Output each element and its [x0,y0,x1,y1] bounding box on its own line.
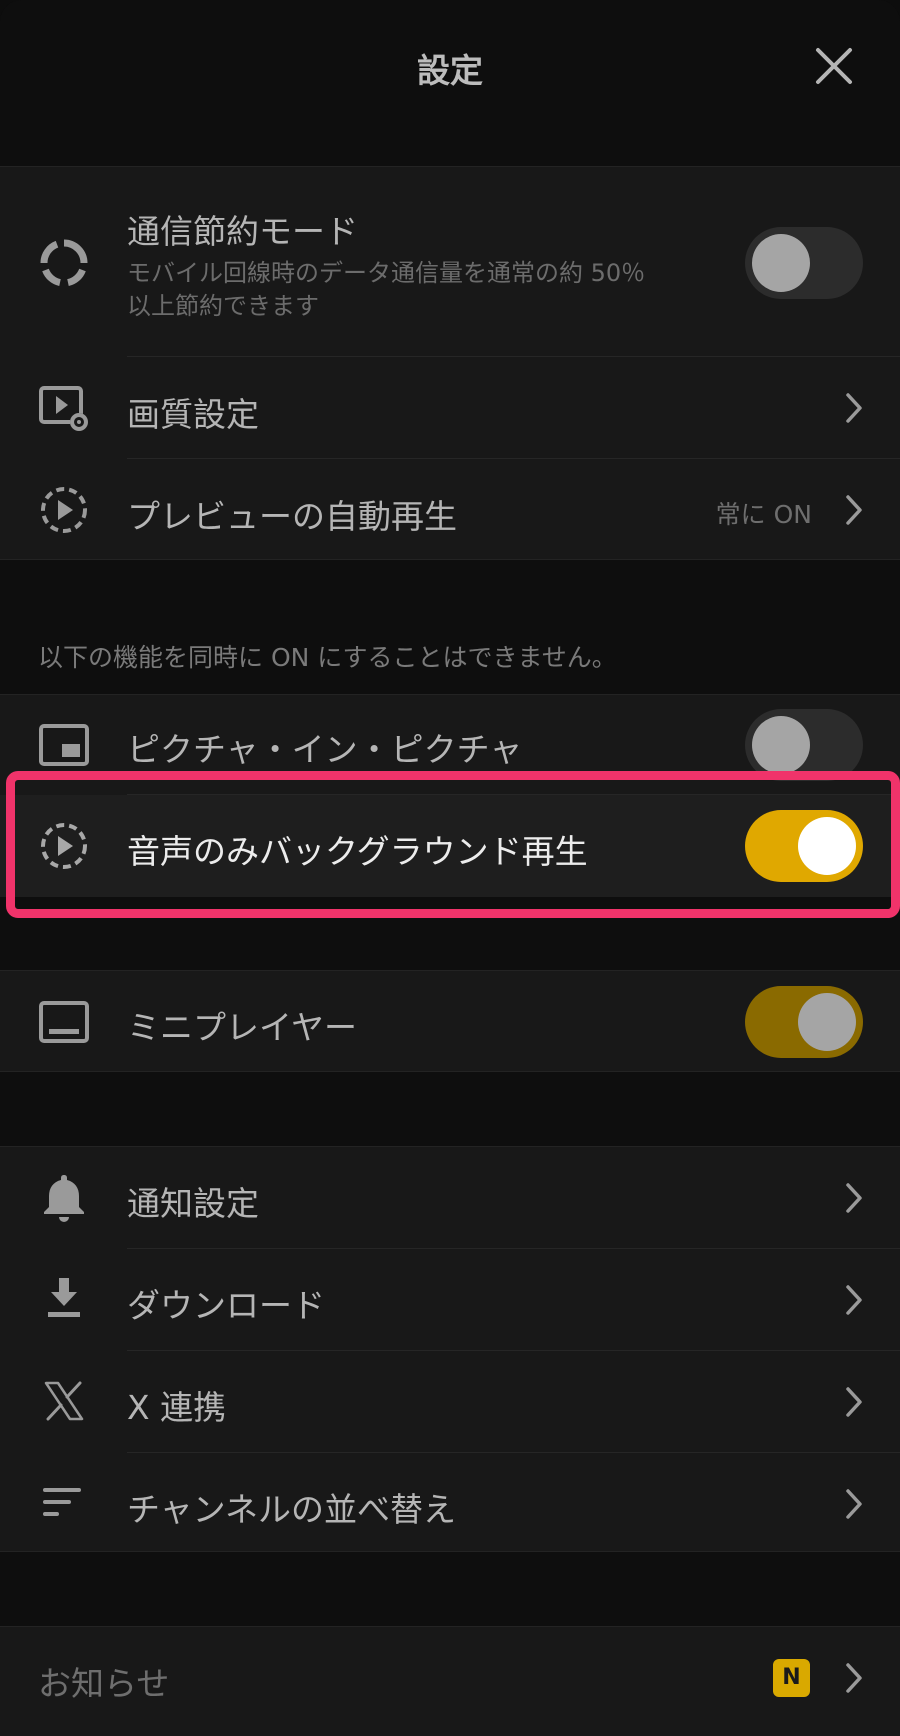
news-row[interactable]: お知らせ N [0,1627,900,1729]
chevron-right-icon [846,393,862,423]
settings-sheet: 設定 通信節約モード モバイル回線時のデータ通信量を通常の約 50％ 以上節約で… [0,0,900,1736]
chevron-right-icon [846,1183,862,1213]
general-settings-group: 通知設定 ダウンロード X 連携 チャンネルの並べ替え [0,1146,900,1552]
audio-background-row[interactable]: 音声のみバックグラウンド再生 [0,795,900,897]
preview-autoplay-value: 常に ON [715,500,812,529]
news-label: お知らせ [38,1664,170,1703]
mini-player-icon [39,1001,89,1043]
downloads-label: ダウンロード [127,1286,325,1325]
video-settings-icon [39,386,88,431]
pip-toggle[interactable] [745,709,863,781]
data-saver-description-line1: モバイル回線時のデータ通信量を通常の約 50％ [127,259,646,287]
exclusive-features-note: 以下の機能を同時に ON にすることはできません。 [38,643,617,672]
mini-player-toggle[interactable] [745,986,863,1058]
downloads-row[interactable]: ダウンロード [0,1249,900,1351]
chevron-right-icon [846,1489,862,1519]
channel-order-row[interactable]: チャンネルの並べ替え [0,1453,900,1553]
pip-row[interactable]: ピクチャ・イン・ピクチャ [0,695,900,795]
download-icon [48,1278,80,1317]
channel-order-label: チャンネルの並べ替え [127,1490,457,1529]
data-saver-description-line2: 以上節約できます [127,292,319,320]
x-link-label: X 連携 [127,1388,227,1427]
close-icon[interactable] [812,44,856,88]
data-saver-label: 通信節約モード [127,212,358,251]
news-group: お知らせ N [0,1626,900,1736]
toggle-knob [752,716,810,774]
page-title: 設定 [417,51,483,90]
preview-autoplay-label: プレビューの自動再生 [127,497,457,536]
pip-label: ピクチャ・イン・ピクチャ [127,730,523,769]
preview-autoplay-row[interactable]: プレビューの自動再生 常に ON [0,459,900,561]
data-saver-row[interactable]: 通信節約モード モバイル回線時のデータ通信量を通常の約 50％ 以上節約できます [0,167,900,357]
bell-icon [44,1175,84,1222]
dashed-play-icon [41,823,87,869]
audio-background-label: 音声のみバックグラウンド再生 [127,832,588,871]
chevron-right-icon [846,1285,862,1315]
new-badge: N [773,1659,810,1697]
dashed-play-icon [41,487,87,533]
quality-settings-label: 画質設定 [127,395,259,434]
toggle-knob [752,234,810,292]
chevron-right-icon [846,495,862,525]
mini-player-label: ミニプレイヤー [127,1008,358,1047]
toggle-knob [798,993,856,1051]
x-logo-icon [44,1381,84,1421]
chevron-right-icon [846,1663,862,1693]
picture-in-picture-icon [39,724,89,766]
chevron-right-icon [846,1387,862,1417]
x-link-row[interactable]: X 連携 [0,1351,900,1453]
sort-lines-icon [43,1488,81,1516]
quality-settings-row[interactable]: 画質設定 [0,357,900,459]
toggle-knob [798,817,856,875]
player-group: ミニプレイヤー [0,970,900,1072]
network-settings-group: 通信節約モード モバイル回線時のデータ通信量を通常の約 50％ 以上節約できます… [0,166,900,560]
data-saver-ring-icon [40,239,88,287]
audio-background-toggle[interactable] [745,810,863,882]
data-saver-toggle[interactable] [745,227,863,299]
header: 設定 [0,0,900,166]
exclusive-features-group: ピクチャ・イン・ピクチャ 音声のみバックグラウンド再生 [0,694,900,897]
mini-player-row[interactable]: ミニプレイヤー [0,971,900,1073]
notifications-label: 通知設定 [127,1184,259,1223]
notifications-row[interactable]: 通知設定 [0,1147,900,1249]
